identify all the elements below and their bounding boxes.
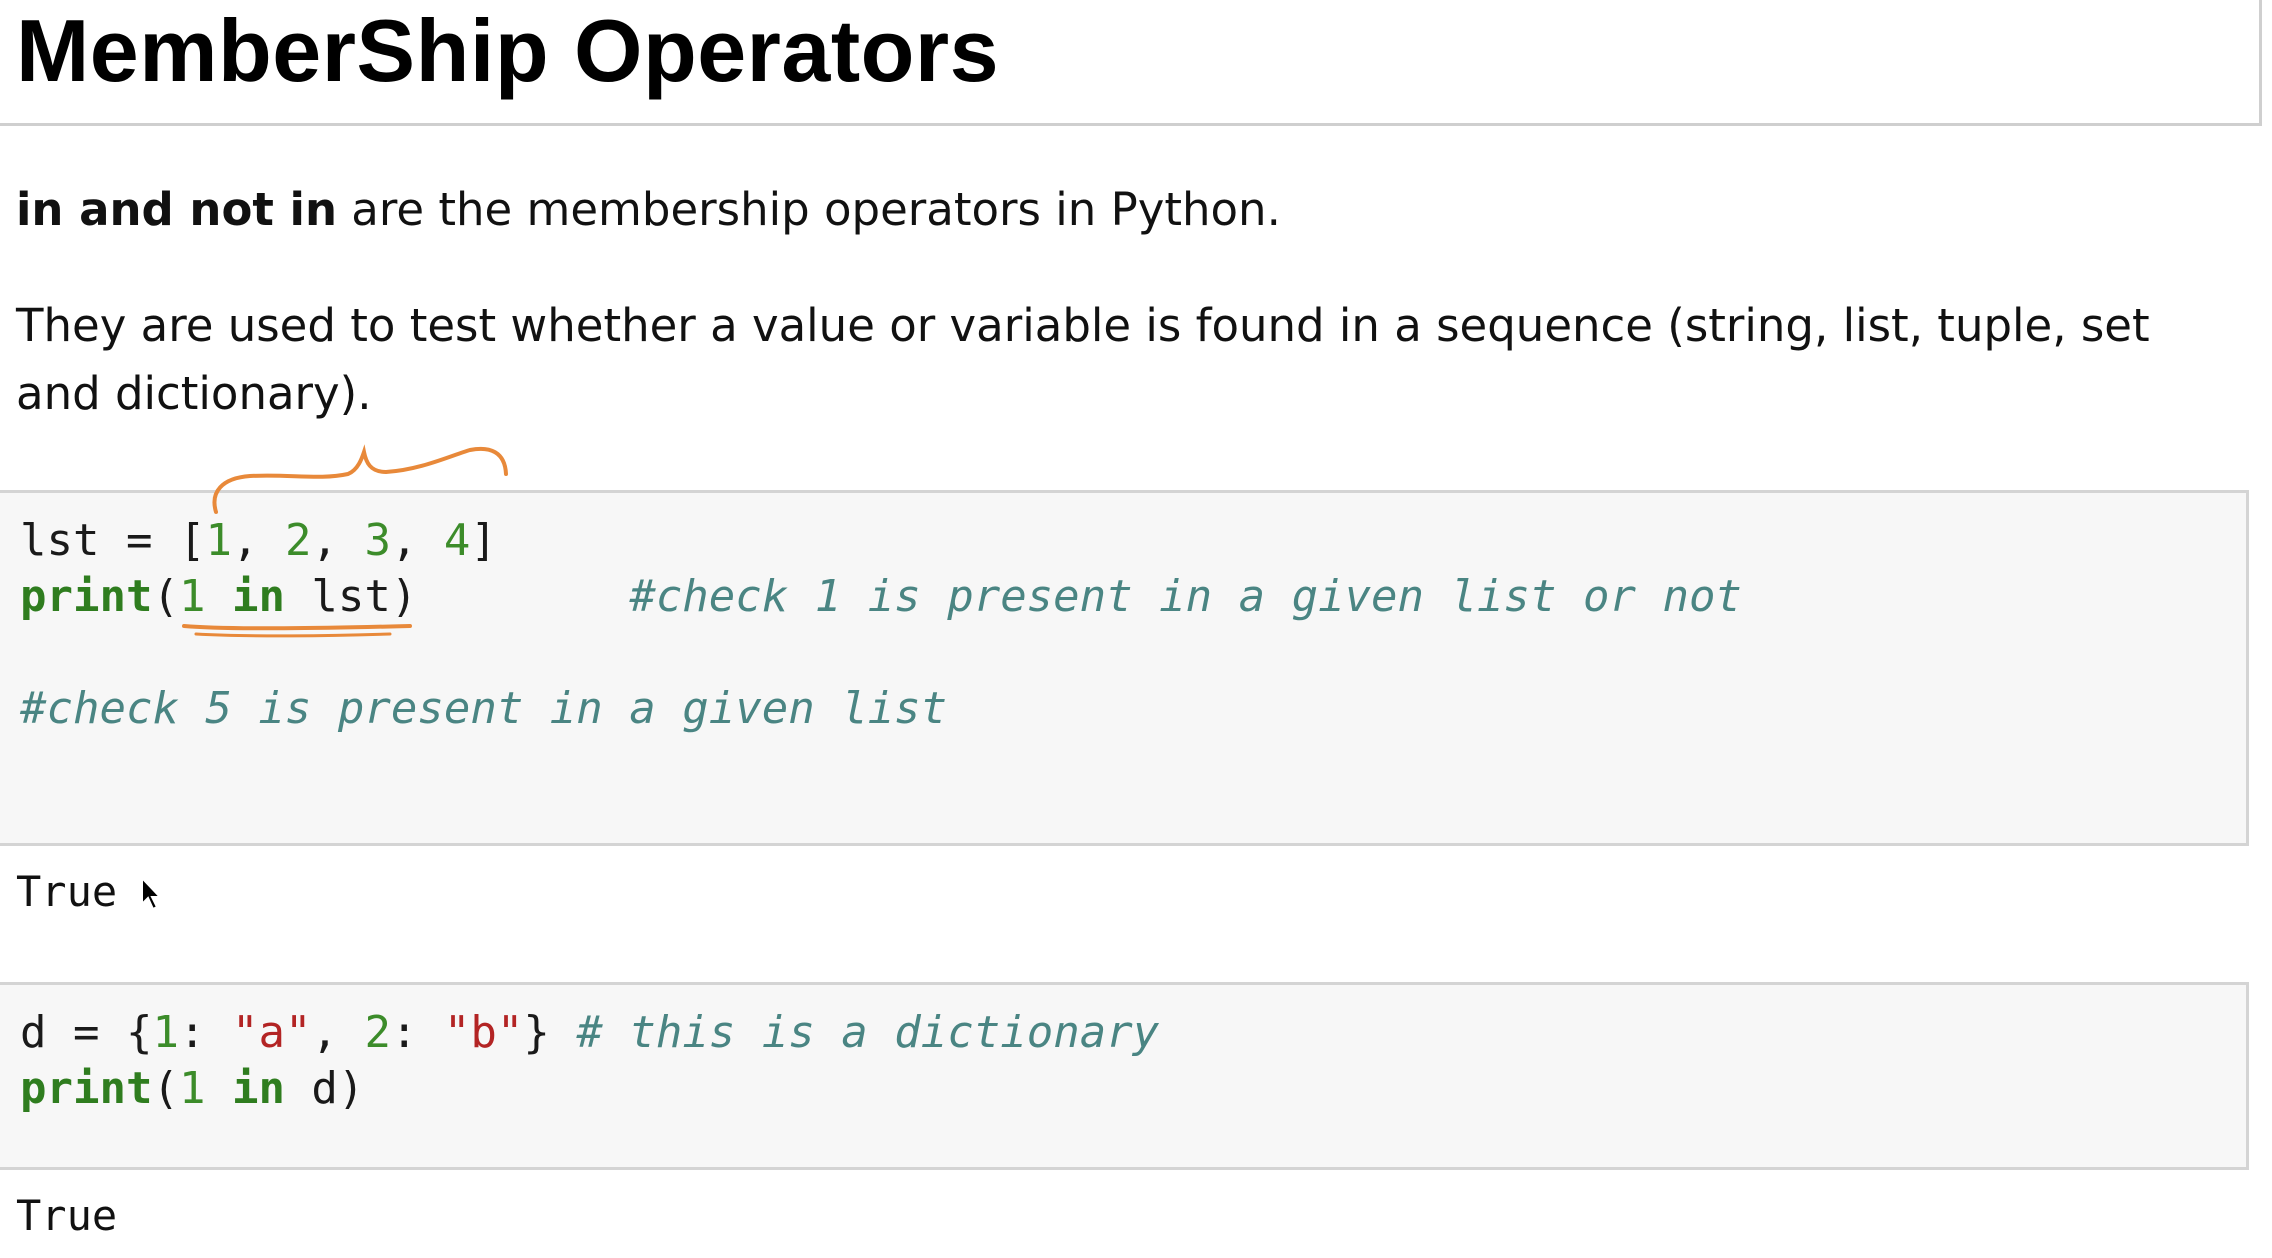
code-line: lst = [1, 2, 3, 4] (20, 513, 497, 569)
cell-2-output: True (16, 1191, 118, 1240)
cell-1-output: True (16, 867, 118, 916)
code-number: 3 (364, 515, 391, 566)
code-number: 2 (284, 515, 312, 566)
code-paren: ) (390, 571, 418, 622)
code-line: print(1 in d) (20, 1061, 364, 1117)
code-paren: ) (337, 1063, 365, 1114)
code-bracket: [ (178, 515, 206, 566)
page-title: MemberShip Operators (16, 1, 1000, 100)
code-keyword: in (231, 1063, 285, 1114)
code-line: print(1 in lst) #check 1 is present in a… (20, 569, 1742, 625)
intro-bold: in and not in (16, 183, 337, 236)
code-comment: #check 1 is present in a given list or n… (629, 571, 1742, 622)
code-string: "a" (231, 1007, 312, 1058)
code-brace: } (523, 1007, 550, 1058)
code-keyword: in (231, 571, 285, 622)
code-sep: , (390, 515, 444, 566)
code-paren: ( (152, 1063, 179, 1114)
code-var: lst (284, 571, 391, 622)
code-builtin: print (20, 1063, 153, 1114)
code-colon: : (178, 1007, 232, 1058)
code-line: #check 5 is present in a given list (20, 681, 947, 737)
code-sep: , (311, 515, 365, 566)
code-var: lst (20, 515, 100, 566)
code-string: "b" (443, 1007, 524, 1058)
mouse-cursor-icon (141, 876, 163, 911)
code-var: d (20, 1007, 47, 1058)
code-line: d = {1: "a", 2: "b"} # this is a diction… (20, 1005, 1159, 1061)
code-number: 1 (152, 1007, 179, 1058)
code-paren: ( (152, 571, 179, 622)
code-operator: = (99, 515, 179, 566)
markdown-heading-cell[interactable]: MemberShip Operators (0, 0, 2262, 126)
code-brace: { (125, 1007, 153, 1058)
code-number: 2 (364, 1007, 391, 1058)
code-var: d (284, 1063, 338, 1114)
code-colon: : (390, 1007, 444, 1058)
code-number: 1 (178, 1063, 206, 1114)
code-number: 1 (178, 571, 206, 622)
code-operator: = (46, 1007, 126, 1058)
code-cell-1[interactable]: lst = [1, 2, 3, 4] print(1 in lst) #chec… (0, 490, 2249, 846)
code-comment: #check 5 is present in a given list (20, 683, 948, 734)
code-sep: , (311, 1007, 365, 1058)
code-builtin: print (20, 571, 153, 622)
code-number: 1 (205, 515, 232, 566)
code-cell-2[interactable]: d = {1: "a", 2: "b"} # this is a diction… (0, 982, 2249, 1170)
intro-paragraph: in and not in are the membership operato… (16, 176, 1281, 244)
description-paragraph: They are used to test whether a value or… (16, 299, 2150, 420)
code-bracket: ] (470, 515, 497, 566)
code-comment: # this is a dictionary (576, 1007, 1160, 1058)
code-sep: , (231, 515, 285, 566)
intro-text: are the membership operators in Python. (337, 183, 1281, 236)
code-number: 4 (443, 515, 471, 566)
